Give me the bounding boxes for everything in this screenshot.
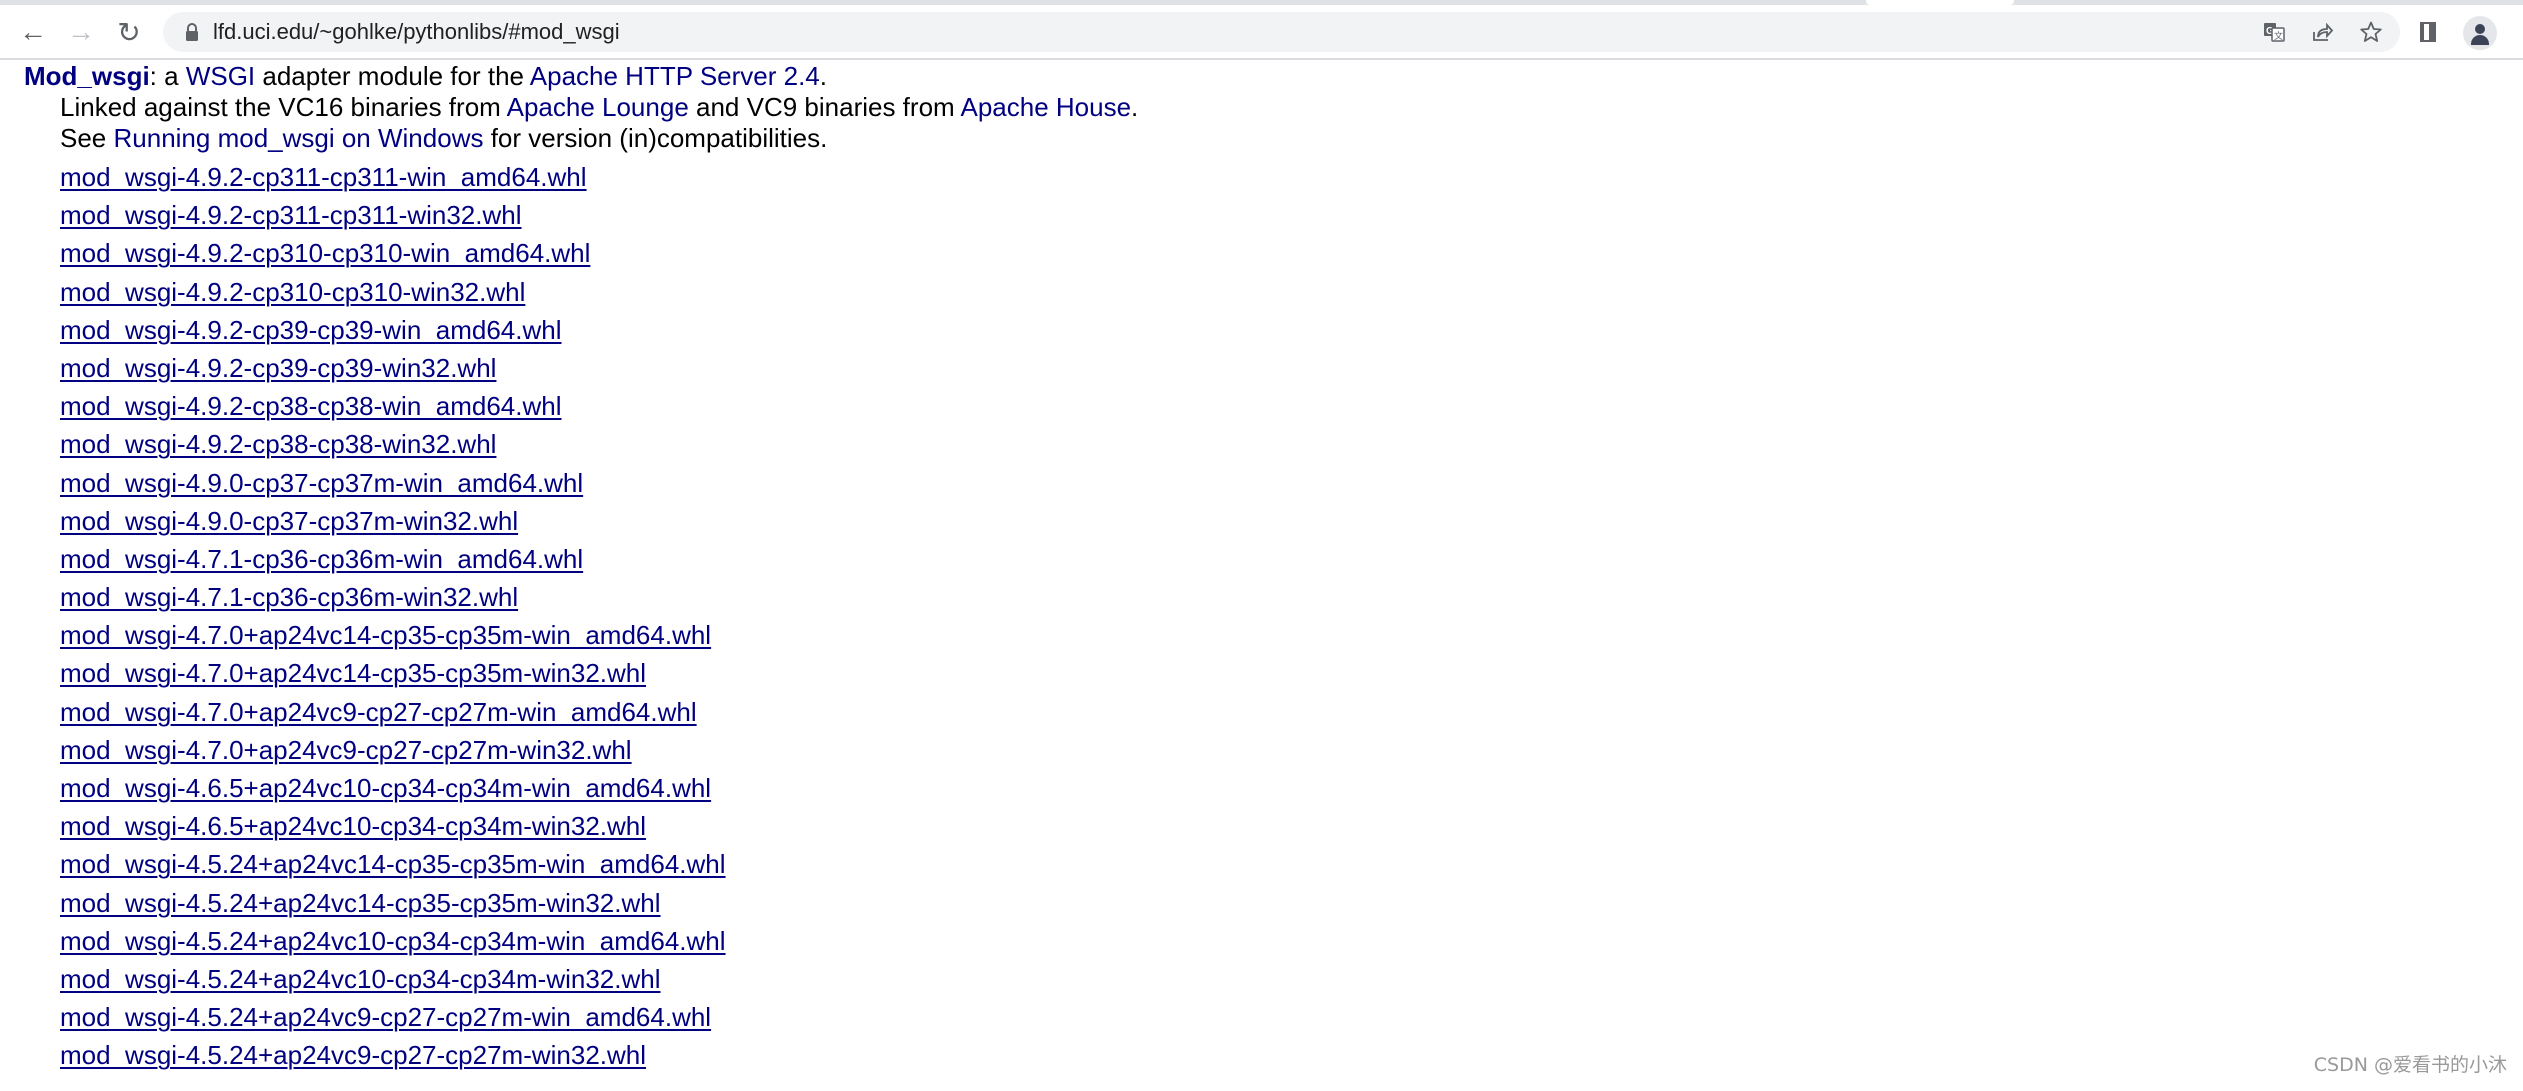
see-text: for version (in)compatibilities.: [483, 123, 828, 153]
whl-download-link[interactable]: mod_wsgi-4.7.0+ap24vc9-cp27-cp27m-win_am…: [60, 697, 697, 727]
list-item: mod_wsgi-4.9.2-cp39-cp39-win32.whl: [60, 349, 726, 387]
apache-http-server-link[interactable]: Apache HTTP Server 2.4: [530, 61, 820, 91]
list-item: mod_wsgi-4.5.24+ap24vc9-cp27-cp27m-win32…: [60, 1036, 726, 1074]
list-item: mod_wsgi-4.9.2-cp310-cp310-win_amd64.whl: [60, 234, 726, 272]
list-item: mod_wsgi-4.7.0+ap24vc14-cp35-cp35m-win_a…: [60, 616, 726, 654]
list-item: mod_wsgi-4.9.2-cp38-cp38-win32.whl: [60, 425, 726, 463]
list-item: mod_wsgi-4.7.0+ap24vc9-cp27-cp27m-win32.…: [60, 731, 726, 769]
list-item: mod_wsgi-4.9.2-cp311-cp311-win32.whl: [60, 196, 726, 234]
list-item: mod_wsgi-4.9.2-cp38-cp38-win_amd64.whl: [60, 387, 726, 425]
whl-download-link[interactable]: mod_wsgi-4.6.5+ap24vc10-cp34-cp34m-win_a…: [60, 773, 711, 803]
whl-download-link[interactable]: mod_wsgi-4.5.24+ap24vc14-cp35-cp35m-win3…: [60, 888, 661, 918]
whl-download-link[interactable]: mod_wsgi-4.5.24+ap24vc9-cp27-cp27m-win32…: [60, 1040, 646, 1070]
lock-icon[interactable]: [185, 23, 199, 41]
see-running-line: See Running mod_wsgi on Windows for vers…: [60, 122, 827, 154]
url-text[interactable]: lfd.uci.edu/~gohlke/pythonlibs/#mod_wsgi: [213, 19, 620, 45]
header-text: : a: [149, 61, 186, 91]
linked-text: .: [1131, 92, 1139, 122]
apache-lounge-link[interactable]: Apache Lounge: [507, 92, 689, 122]
share-icon[interactable]: [2309, 19, 2335, 45]
linked-text: Linked against the VC16 binaries from: [60, 92, 507, 122]
linked-text: and VC9 binaries from: [688, 92, 961, 122]
list-item: mod_wsgi-4.7.0+ap24vc9-cp27-cp27m-win_am…: [60, 693, 726, 731]
bookmark-star-icon[interactable]: [2358, 19, 2384, 45]
list-item: mod_wsgi-4.9.2-cp310-cp310-win32.whl: [60, 273, 726, 311]
reload-button[interactable]: ↻: [112, 15, 146, 49]
list-item: mod_wsgi-4.5.24+ap24vc14-cp35-cp35m-win_…: [60, 845, 726, 883]
list-item: mod_wsgi-4.9.0-cp37-cp37m-win_amd64.whl: [60, 464, 726, 502]
list-item: mod_wsgi-4.7.1-cp36-cp36m-win_amd64.whl: [60, 540, 726, 578]
whl-download-link[interactable]: mod_wsgi-4.9.2-cp38-cp38-win_amd64.whl: [60, 391, 561, 421]
whl-download-link[interactable]: mod_wsgi-4.7.0+ap24vc9-cp27-cp27m-win32.…: [60, 735, 632, 765]
list-item: mod_wsgi-4.6.5+ap24vc10-cp34-cp34m-win_a…: [60, 769, 726, 807]
whl-download-link[interactable]: mod_wsgi-4.7.1-cp36-cp36m-win32.whl: [60, 582, 518, 612]
forward-button[interactable]: →: [64, 15, 98, 49]
address-bar[interactable]: lfd.uci.edu/~gohlke/pythonlibs/#mod_wsgi…: [163, 12, 2400, 52]
running-mod-wsgi-on-windows-link[interactable]: Running mod_wsgi on Windows: [114, 123, 484, 153]
reload-icon: ↻: [117, 16, 141, 48]
arrow-left-icon: ←: [19, 16, 47, 47]
whl-download-link[interactable]: mod_wsgi-4.9.2-cp39-cp39-win_amd64.whl: [60, 315, 561, 345]
whl-download-link[interactable]: mod_wsgi-4.9.2-cp310-cp310-win_amd64.whl: [60, 238, 590, 268]
browser-toolbar: ← → ↻ lfd.uci.edu/~gohlke/pythonlibs/#mo…: [0, 5, 2523, 60]
whl-download-link[interactable]: mod_wsgi-4.9.2-cp38-cp38-win32.whl: [60, 429, 496, 459]
list-item: mod_wsgi-4.7.0+ap24vc14-cp35-cp35m-win32…: [60, 654, 726, 692]
wsgi-link[interactable]: WSGI: [186, 61, 255, 91]
whl-download-link[interactable]: mod_wsgi-4.5.24+ap24vc10-cp34-cp34m-win3…: [60, 964, 661, 994]
whl-download-link[interactable]: mod_wsgi-4.5.24+ap24vc10-cp34-cp34m-win_…: [60, 926, 726, 956]
arrow-right-icon: →: [67, 16, 95, 47]
list-item: mod_wsgi-4.9.0-cp37-cp37m-win32.whl: [60, 502, 726, 540]
whl-download-link[interactable]: mod_wsgi-4.6.5+ap24vc10-cp34-cp34m-win32…: [60, 811, 646, 841]
list-item: mod_wsgi-4.6.5+ap24vc10-cp34-cp34m-win32…: [60, 807, 726, 845]
list-item: mod_wsgi-4.5.24+ap24vc9-cp27-cp27m-win_a…: [60, 998, 726, 1036]
whl-download-link[interactable]: mod_wsgi-4.7.0+ap24vc14-cp35-cp35m-win_a…: [60, 620, 711, 650]
whl-download-link[interactable]: mod_wsgi-4.9.2-cp310-cp310-win32.whl: [60, 277, 525, 307]
header-text: adapter module for the: [255, 61, 530, 91]
translate-icon[interactable]: G 文: [2261, 19, 2287, 45]
mod-wsgi-header: Mod_wsgi: a WSGI adapter module for the …: [24, 60, 827, 92]
list-item: mod_wsgi-4.9.2-cp39-cp39-win_amd64.whl: [60, 311, 726, 349]
side-panel-icon[interactable]: [2420, 22, 2436, 42]
download-file-list: mod_wsgi-4.9.2-cp311-cp311-win_amd64.whl…: [60, 158, 726, 1075]
list-item: mod_wsgi-4.5.24+ap24vc10-cp34-cp34m-win_…: [60, 922, 726, 960]
apache-house-link[interactable]: Apache House: [960, 92, 1131, 122]
whl-download-link[interactable]: mod_wsgi-4.5.24+ap24vc14-cp35-cp35m-win_…: [60, 849, 726, 879]
whl-download-link[interactable]: mod_wsgi-4.9.2-cp311-cp311-win_amd64.whl: [60, 162, 587, 192]
mod-wsgi-title-link[interactable]: Mod_wsgi: [24, 61, 150, 91]
linked-against-line: Linked against the VC16 binaries from Ap…: [60, 91, 1138, 123]
whl-download-link[interactable]: mod_wsgi-4.7.0+ap24vc14-cp35-cp35m-win32…: [60, 658, 646, 688]
back-button[interactable]: ←: [16, 15, 50, 49]
whl-download-link[interactable]: mod_wsgi-4.5.24+ap24vc9-cp27-cp27m-win_a…: [60, 1002, 711, 1032]
whl-download-link[interactable]: mod_wsgi-4.9.2-cp39-cp39-win32.whl: [60, 353, 496, 383]
header-text: .: [819, 61, 828, 91]
profile-avatar-icon[interactable]: [2463, 16, 2497, 50]
whl-download-link[interactable]: mod_wsgi-4.9.0-cp37-cp37m-win_amd64.whl: [60, 468, 583, 498]
whl-download-link[interactable]: mod_wsgi-4.9.2-cp311-cp311-win32.whl: [60, 200, 522, 230]
whl-download-link[interactable]: mod_wsgi-4.7.1-cp36-cp36m-win_amd64.whl: [60, 544, 583, 574]
list-item: mod_wsgi-4.7.1-cp36-cp36m-win32.whl: [60, 578, 726, 616]
list-item: mod_wsgi-4.5.24+ap24vc14-cp35-cp35m-win3…: [60, 884, 726, 922]
list-item: mod_wsgi-4.9.2-cp311-cp311-win_amd64.whl: [60, 158, 726, 196]
csdn-watermark: CSDN @爱看书的小沐: [2313, 1054, 2507, 1076]
list-item: mod_wsgi-4.5.24+ap24vc10-cp34-cp34m-win3…: [60, 960, 726, 998]
see-text: See: [60, 123, 114, 153]
whl-download-link[interactable]: mod_wsgi-4.9.0-cp37-cp37m-win32.whl: [60, 506, 518, 536]
svg-text:文: 文: [2274, 30, 2283, 42]
